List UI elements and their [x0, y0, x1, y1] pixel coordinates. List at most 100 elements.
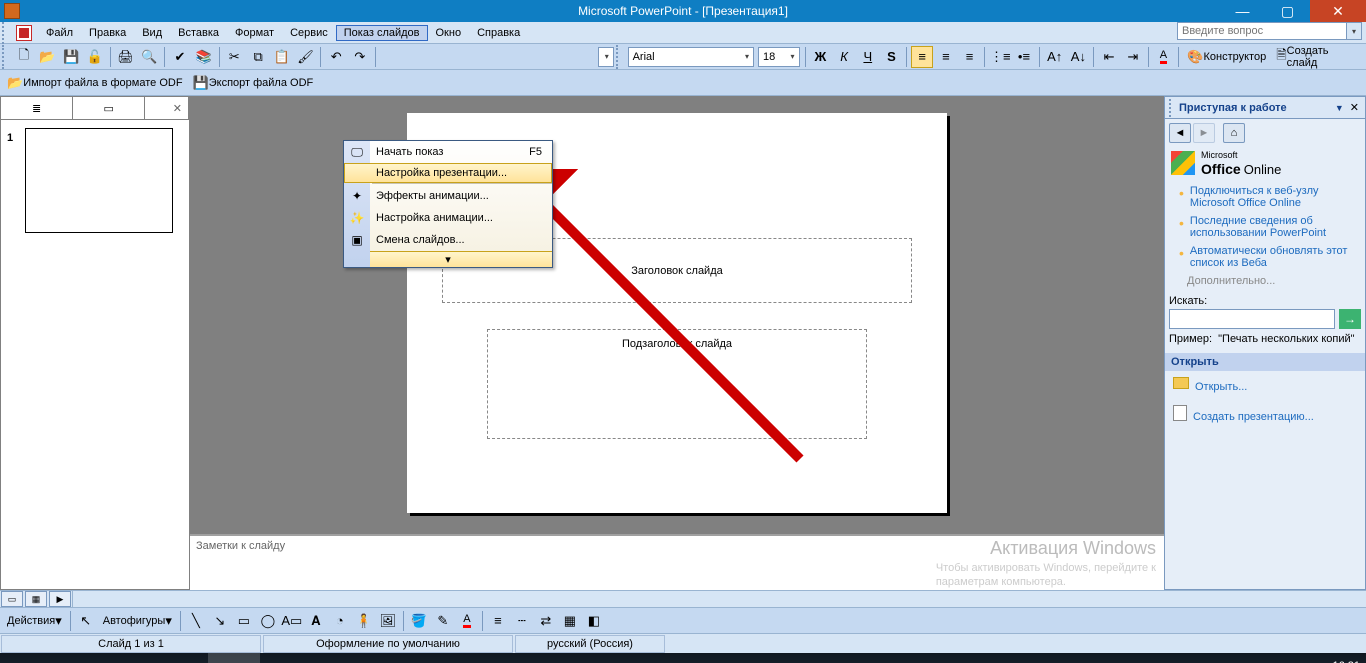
print-icon[interactable]: 🖨 — [115, 46, 137, 68]
close-window-button[interactable]: ✕ — [1310, 0, 1366, 22]
menu-help[interactable]: Справка — [469, 25, 528, 41]
new-document-icon[interactable]: 🗋 — [13, 46, 35, 68]
draw-actions-menu[interactable]: Действия ▾ — [3, 610, 66, 632]
oval-tool-icon[interactable]: ◯ — [257, 610, 279, 632]
research-icon[interactable]: 📚 — [193, 46, 215, 68]
bullets-icon[interactable]: •≡ — [1013, 46, 1035, 68]
open-icon[interactable]: 📂 — [37, 46, 59, 68]
3d-style-icon[interactable]: ◧ — [583, 610, 605, 632]
decrease-font-icon[interactable]: A↓ — [1068, 46, 1090, 68]
taskbar-store-icon[interactable]: 🛍 — [156, 653, 208, 663]
help-question-input[interactable] — [1177, 22, 1347, 40]
task-pane-search-go-button[interactable]: → — [1339, 309, 1361, 329]
menu-slide-transition[interactable]: ▣ Смена слайдов... — [344, 229, 552, 251]
menu-animation-effects[interactable]: ✦ Эффекты анимации... — [344, 185, 552, 207]
rectangle-tool-icon[interactable]: ▭ — [233, 610, 255, 632]
italic-icon[interactable]: К — [833, 46, 855, 68]
toolbar-handle[interactable] — [1169, 99, 1175, 117]
task-pane-close-button[interactable]: ✕ — [1348, 101, 1361, 114]
menu-edit[interactable]: Правка — [81, 25, 134, 41]
font-size-combo[interactable]: 18▾ — [758, 47, 800, 67]
task-pane-title[interactable]: Приступая к работе — [1179, 102, 1331, 114]
bold-icon[interactable]: Ж — [810, 46, 832, 68]
slides-tab[interactable]: ▭ — [73, 97, 145, 119]
shadow-icon[interactable]: S — [881, 46, 903, 68]
task-pane-link-connect[interactable]: Подключиться к веб-узлу Microsoft Office… — [1190, 185, 1361, 209]
font-combo[interactable]: Arial▾ — [628, 47, 754, 67]
increase-font-icon[interactable]: A↑ — [1044, 46, 1066, 68]
textbox-tool-icon[interactable]: A▭ — [281, 610, 303, 632]
autoshapes-menu[interactable]: Автофигуры ▾ — [99, 610, 176, 632]
style-dropdown[interactable]: ▾ — [598, 47, 614, 67]
format-painter-icon[interactable]: 🖌 — [295, 46, 317, 68]
picture-tool-icon[interactable]: 🖼 — [377, 610, 399, 632]
create-presentation-link[interactable]: Создать презентацию... — [1193, 411, 1314, 423]
menu-window[interactable]: Окно — [428, 25, 470, 41]
line-tool-icon[interactable]: ╲ — [185, 610, 207, 632]
spellcheck-icon[interactable]: ✔ — [169, 46, 191, 68]
toolbar-handle[interactable] — [616, 45, 622, 69]
copy-icon[interactable]: ⧉ — [247, 46, 269, 68]
task-pane-home-button[interactable]: ⌂ — [1223, 123, 1245, 143]
paste-icon[interactable]: 📋 — [271, 46, 293, 68]
help-question-dropdown[interactable]: ▾ — [1347, 22, 1362, 40]
task-pane-link-update[interactable]: Автоматически обновлять этот список из В… — [1190, 245, 1361, 269]
menu-tools[interactable]: Сервис — [282, 25, 336, 41]
toolbar-handle[interactable] — [2, 45, 8, 69]
save-icon[interactable]: 💾 — [60, 46, 82, 68]
slideshow-view-button[interactable]: ▶ — [49, 591, 71, 607]
menu-view[interactable]: Вид — [134, 25, 170, 41]
status-language[interactable]: русский (Россия) — [515, 635, 665, 653]
line-color-icon[interactable]: ✎ — [432, 610, 454, 632]
undo-icon[interactable]: ↶ — [325, 46, 347, 68]
shadow-style-icon[interactable]: ▦ — [559, 610, 581, 632]
menu-slideshow[interactable]: Показ слайдов — [336, 25, 428, 41]
align-right-icon[interactable]: ≡ — [959, 46, 981, 68]
task-pane-more-link[interactable]: Дополнительно... — [1187, 275, 1361, 287]
export-odf-button[interactable]: 💾 Экспорт файла ODF — [189, 72, 318, 94]
slide-sorter-view-button[interactable]: ▦ — [25, 591, 47, 607]
task-pane-back-button[interactable]: ◄ — [1169, 123, 1191, 143]
arrow-style-icon[interactable]: ⇄ — [535, 610, 557, 632]
underline-icon[interactable]: Ч — [857, 46, 879, 68]
start-button[interactable]: ⊞ — [0, 653, 52, 663]
redo-icon[interactable]: ↷ — [349, 46, 371, 68]
taskbar-explorer-icon[interactable]: 🗂 — [104, 653, 156, 663]
cut-icon[interactable]: ✂ — [224, 46, 246, 68]
close-outline-button[interactable]: ✕ — [145, 97, 189, 119]
select-tool-icon[interactable]: ↖ — [75, 610, 97, 632]
dash-style-icon[interactable]: ┄ — [511, 610, 533, 632]
font-color-icon[interactable]: A — [1153, 46, 1175, 68]
menu-expand-chevron[interactable]: ▾ — [344, 251, 552, 267]
design-button[interactable]: 🎨 Конструктор — [1183, 46, 1270, 68]
arrow-tool-icon[interactable]: ↘ — [209, 610, 231, 632]
task-pane-dropdown-icon[interactable]: ▼ — [1335, 103, 1344, 113]
decrease-indent-icon[interactable]: ⇤ — [1098, 46, 1120, 68]
permission-icon[interactable]: 🔓 — [84, 46, 106, 68]
increase-indent-icon[interactable]: ⇥ — [1122, 46, 1144, 68]
font-color-icon[interactable]: A — [456, 610, 478, 632]
taskbar-powerpoint-icon[interactable]: P — [208, 653, 260, 663]
maximize-button[interactable]: ▢ — [1265, 0, 1310, 22]
menu-format[interactable]: Формат — [227, 25, 282, 41]
task-pane-search-input[interactable] — [1169, 309, 1335, 329]
menu-file[interactable]: Файл — [38, 25, 81, 41]
normal-view-button[interactable]: ▭ — [1, 591, 23, 607]
powerpoint-icon[interactable] — [16, 25, 32, 41]
new-slide-button[interactable]: 🗎 Создать слайд — [1272, 46, 1365, 68]
diagram-tool-icon[interactable]: ◔ — [329, 610, 351, 632]
menu-start-slideshow[interactable]: 🖵 Начать показF5 — [344, 141, 552, 163]
numbering-icon[interactable]: ⋮≡ — [989, 46, 1011, 68]
task-pane-link-news[interactable]: Последние сведения об использовании Powe… — [1190, 215, 1361, 239]
slide-subtitle-placeholder[interactable]: Подзаголовок слайда — [487, 329, 867, 439]
menu-setup-slideshow[interactable]: Настройка презентации... — [344, 163, 552, 183]
import-odf-button[interactable]: 📂 Импорт файла в формате ODF — [3, 72, 187, 94]
menu-insert[interactable]: Вставка — [170, 25, 227, 41]
slide-thumbnail-1[interactable] — [25, 128, 173, 233]
toolbar-handle[interactable] — [2, 22, 8, 44]
align-center-icon[interactable]: ≡ — [935, 46, 957, 68]
wordart-tool-icon[interactable]: 𝐀 — [305, 610, 327, 632]
taskbar-ie-icon[interactable]: e — [52, 653, 104, 663]
line-style-icon[interactable]: ≡ — [487, 610, 509, 632]
menu-animation-setup[interactable]: ✨ Настройка анимации... — [344, 207, 552, 229]
